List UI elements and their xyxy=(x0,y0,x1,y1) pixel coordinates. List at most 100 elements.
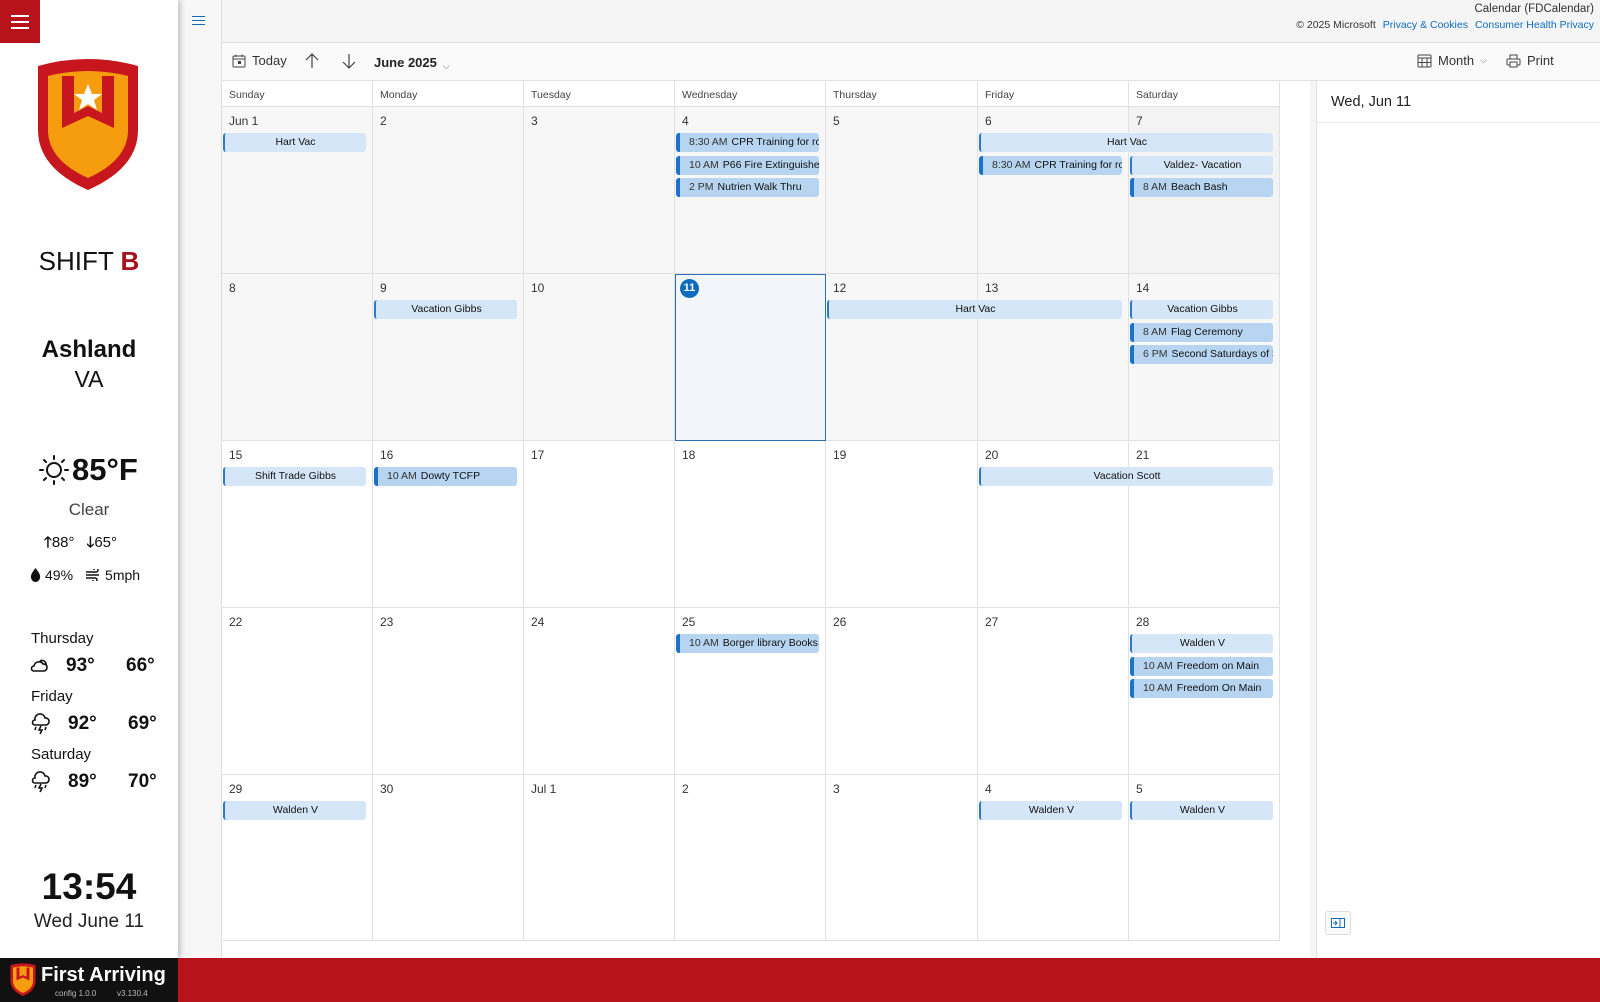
event-time: 10 AM xyxy=(689,158,719,171)
day-cell[interactable]: 4 xyxy=(978,775,1129,941)
day-number: 21 xyxy=(1136,448,1150,462)
day-number: 13 xyxy=(985,281,999,295)
forecast-row-2: 92° 69° xyxy=(30,713,157,735)
day-cell[interactable]: 3 xyxy=(826,775,978,941)
month-picker[interactable]: June 2025 ⌵ xyxy=(374,53,450,72)
day-cell[interactable]: 19 xyxy=(826,441,978,608)
day-cell[interactable]: 23 xyxy=(373,608,524,775)
all-day-event[interactable]: Hart Vac xyxy=(979,133,1273,152)
calendar-today-icon xyxy=(232,54,246,67)
all-day-event[interactable]: Walden V xyxy=(1130,634,1273,653)
state-name: VA xyxy=(74,366,104,392)
day-cell[interactable]: 17 xyxy=(524,441,675,608)
day-number: 5 xyxy=(1136,782,1143,796)
event-title: P66 Fire Extinguisher xyxy=(722,158,819,171)
health-privacy-link[interactable]: Consumer Health Privacy xyxy=(1475,19,1594,31)
all-day-event[interactable]: Vacation Gibbs xyxy=(1130,300,1273,319)
previous-month-button[interactable] xyxy=(305,53,319,69)
day-cell[interactable]: 2 xyxy=(675,775,826,941)
day-number: 27 xyxy=(985,615,999,629)
all-day-event[interactable]: Vacation Gibbs xyxy=(374,300,517,319)
forecast-high: 93° xyxy=(66,655,95,676)
today-button[interactable]: Today xyxy=(232,53,287,68)
forecast-day-1: Thursday xyxy=(31,630,94,647)
view-label: Month xyxy=(1438,53,1475,68)
weekday-header: Monday xyxy=(373,81,524,107)
weekday-header: Friday xyxy=(978,81,1129,107)
timed-event[interactable]: 10 AM Freedom On Main xyxy=(1130,679,1273,699)
timed-event[interactable]: 10 AM Freedom on Main xyxy=(1130,656,1273,676)
weekday-header: Sunday xyxy=(222,81,373,107)
day-cell[interactable]: 26 xyxy=(826,608,978,775)
all-day-event[interactable]: Walden V xyxy=(979,801,1122,820)
wind-value: 5mph xyxy=(105,567,141,583)
timed-event[interactable]: 2 PM Nutrien Walk Thru xyxy=(676,178,819,198)
collapse-pane-button[interactable] xyxy=(1325,911,1351,935)
day-cell[interactable]: 5 xyxy=(1129,775,1280,941)
day-number: 16 xyxy=(380,448,394,462)
day-cell[interactable]: 29 xyxy=(222,775,373,941)
footer-links: © 2025 Microsoft Privacy & Cookies Consu… xyxy=(1296,19,1594,31)
view-switcher[interactable]: Month ⌵ xyxy=(1417,53,1487,68)
timed-event[interactable]: 10 AM Borger library Books xyxy=(676,634,819,653)
event-title: CPR Training for ro xyxy=(1034,158,1122,171)
all-day-event[interactable]: Hart Vac xyxy=(827,300,1122,319)
day-number: 22 xyxy=(229,615,243,629)
timed-event[interactable]: 10 AM Dowty TCFP xyxy=(374,467,517,486)
event-title: Walden V xyxy=(1179,637,1226,649)
day-cell[interactable]: 30 xyxy=(373,775,524,941)
privacy-link[interactable]: Privacy & Cookies xyxy=(1383,19,1468,31)
day-number: 5 xyxy=(833,114,840,128)
all-day-event[interactable]: Valdez- Vacation xyxy=(1130,155,1273,175)
timed-event[interactable]: 8:30 AM CPR Training for ro xyxy=(979,155,1122,175)
event-time: 10 AM xyxy=(1143,659,1173,672)
day-cell[interactable]: 8 xyxy=(222,274,373,441)
city-name: Ashland xyxy=(41,336,137,363)
day-cell[interactable]: Jul 1 xyxy=(524,775,675,941)
weather-condition: Clear xyxy=(68,500,110,519)
timed-event[interactable]: 8:30 AM CPR Training for ro xyxy=(676,133,819,152)
day-cell[interactable]: 5 xyxy=(826,107,978,274)
chevron-down-icon: ⌵ xyxy=(1480,55,1487,65)
first-arriving-shield-logo xyxy=(38,59,138,190)
all-day-event[interactable]: Shift Trade Gibbs xyxy=(223,467,366,486)
timed-event[interactable]: 8 AM Beach Bash xyxy=(1130,178,1273,198)
day-number: 2 xyxy=(380,114,387,128)
day-number: 30 xyxy=(380,782,394,796)
day-number: 9 xyxy=(380,281,387,295)
partly-cloudy-icon xyxy=(30,659,48,672)
day-number: 20 xyxy=(985,448,999,462)
print-button[interactable]: Print xyxy=(1506,53,1554,68)
event-title: Walden V xyxy=(1179,804,1226,816)
forecast-day-2: Friday xyxy=(31,688,73,705)
main-menu-button[interactable] xyxy=(0,0,40,43)
day-number: 10 xyxy=(531,281,545,295)
timed-event[interactable]: 10 AM P66 Fire Extinguisher xyxy=(676,155,819,175)
timed-event[interactable]: 6 PM Second Saturdays of S xyxy=(1130,345,1273,365)
nav-toggle-icon[interactable] xyxy=(192,16,205,25)
all-day-event[interactable]: Hart Vac xyxy=(223,133,366,152)
day-number: 6 xyxy=(985,114,992,128)
day-cell[interactable]: 18 xyxy=(675,441,826,608)
brand-block: First Arriving config 1.0.0 v3.130.4 xyxy=(0,958,178,1002)
timed-event[interactable]: 8 AM Flag Ceremony xyxy=(1130,322,1273,342)
day-cell[interactable]: 27 xyxy=(978,608,1129,775)
all-day-event[interactable]: Vacation Scott xyxy=(979,467,1273,486)
day-cell[interactable]: 22 xyxy=(222,608,373,775)
current-temperature: 85°F xyxy=(72,452,138,487)
shift-label: SHIFT B xyxy=(0,246,178,277)
event-title: Beach Bash xyxy=(1170,181,1228,194)
event-title: Second Saturdays of S xyxy=(1171,348,1273,361)
day-number: 19 xyxy=(833,448,847,462)
day-number: 24 xyxy=(531,615,545,629)
all-day-event[interactable]: Walden V xyxy=(1130,801,1273,820)
all-day-event[interactable]: Walden V xyxy=(223,801,366,820)
weekday-header: Tuesday xyxy=(524,81,675,107)
next-month-button[interactable] xyxy=(342,53,356,69)
day-cell[interactable]: 2 xyxy=(373,107,524,274)
day-cell-today[interactable]: 11 xyxy=(675,274,826,441)
day-cell[interactable]: 10 xyxy=(524,274,675,441)
day-cell[interactable]: 24 xyxy=(524,608,675,775)
forecast-high: 89° xyxy=(68,771,97,792)
day-cell[interactable]: 3 xyxy=(524,107,675,274)
